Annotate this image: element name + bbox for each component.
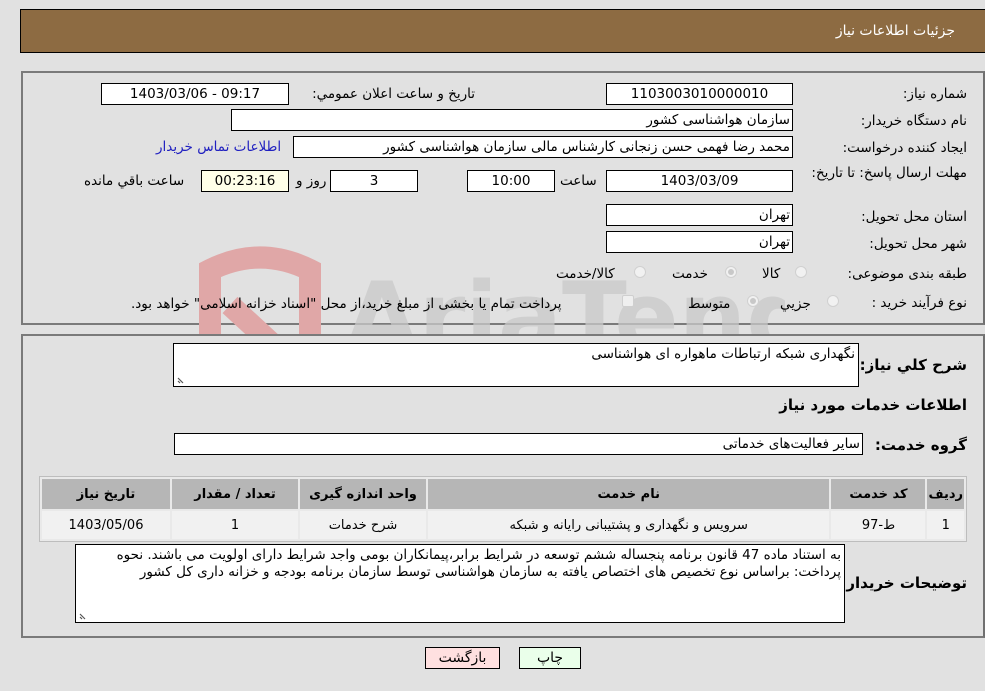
table-row: 1 ط-97 سرویس و نگهداری و پشتیبانی رایانه…: [42, 511, 964, 539]
col-need-date: تاریخ نیاز: [42, 479, 170, 509]
cell-quantity: 1: [172, 511, 298, 539]
purchase-type-radio-medium[interactable]: [747, 295, 759, 307]
deadline-label: مهلت ارسال پاسخ: تا تاریخ:: [811, 165, 967, 181]
page-title: جزئیات اطلاعات نیاز: [835, 23, 955, 39]
services-table: ردیف کد خدمت نام خدمت واحد اندازه گیری ت…: [39, 476, 967, 542]
col-service-code: کد خدمت: [831, 479, 926, 509]
deadline-date-field[interactable]: 1403/03/09: [606, 170, 793, 192]
purchase-type-option-minor: جزيي: [780, 296, 811, 312]
category-radio-service[interactable]: [725, 266, 737, 278]
announce-datetime-label: تاریخ و ساعت اعلان عمومي:: [312, 86, 475, 102]
resize-grip-icon[interactable]: [177, 375, 186, 384]
days-remaining-field[interactable]: 3: [330, 170, 418, 192]
service-group-field[interactable]: سایر فعالیت‌های خدماتی: [174, 433, 863, 455]
need-number-label: شماره نیاز:: [902, 86, 967, 102]
summary-label: شرح کلي نیاز:: [859, 356, 967, 374]
col-row-number: ردیف: [927, 479, 964, 509]
purchase-type-label: نوع فرآیند خرید :: [871, 295, 967, 311]
province-label: استان محل تحویل:: [861, 209, 967, 225]
deadline-time-field[interactable]: 10:00: [467, 170, 555, 192]
purchase-type-radio-minor[interactable]: [827, 295, 839, 307]
cell-service-code: ط-97: [831, 511, 926, 539]
time-remaining-field: 00:23:16: [201, 170, 289, 192]
cell-row-number: 1: [927, 511, 964, 539]
cell-unit: شرح خدمات: [300, 511, 426, 539]
requester-label: ایجاد کننده درخواست:: [842, 140, 967, 156]
category-label: طبقه بندی موضوعی:: [847, 266, 967, 282]
treasury-checkbox[interactable]: [622, 295, 634, 307]
purchase-type-option-medium: متوسط: [688, 296, 731, 312]
days-label: روز و: [296, 173, 327, 189]
summary-text: نگهداری شبکه ارتباطات ماهواره ای هواشناس…: [591, 346, 855, 362]
category-radio-goods[interactable]: [795, 266, 807, 278]
service-group-label: گروه خدمت:: [874, 436, 967, 454]
requester-field[interactable]: محمد رضا فهمی حسن زنجانی کارشناس مالی سا…: [293, 136, 793, 158]
category-radio-goods-service[interactable]: [634, 266, 646, 278]
buyer-notes-label: توضیحات خریدار:: [840, 574, 967, 592]
need-number-field[interactable]: 1103003010000010: [606, 83, 793, 105]
buyer-contact-link[interactable]: اطلاعات تماس خریدار: [156, 139, 281, 155]
deadline-time-label: ساعت: [560, 173, 597, 189]
buyer-notes-text: به استناد ماده 47 قانون برنامه پنجساله ش…: [116, 547, 841, 580]
category-option-service: خدمت: [672, 266, 708, 282]
col-quantity: تعداد / مقدار: [172, 479, 298, 509]
summary-textarea[interactable]: نگهداری شبکه ارتباطات ماهواره ای هواشناس…: [173, 343, 859, 387]
resize-grip-icon[interactable]: [79, 611, 88, 620]
time-remaining-label: ساعت باقي مانده: [84, 173, 185, 189]
announce-datetime-field[interactable]: 1403/03/06 - 09:17: [101, 83, 289, 105]
treasury-note: پرداخت تمام یا بخشی از مبلغ خرید،از محل …: [131, 296, 562, 312]
back-button[interactable]: بازگشت: [425, 647, 500, 669]
table-header-row: ردیف کد خدمت نام خدمت واحد اندازه گیری ت…: [42, 479, 964, 509]
buyer-org-label: نام دستگاه خریدار:: [860, 113, 967, 129]
cell-need-date: 1403/05/06: [42, 511, 170, 539]
province-field[interactable]: تهران: [606, 204, 793, 226]
buyer-notes-textarea[interactable]: به استناد ماده 47 قانون برنامه پنجساله ش…: [75, 544, 845, 623]
cell-service-name: سرویس و نگهداری و پشتیبانی رایانه و شبکه: [428, 511, 830, 539]
services-heading: اطلاعات خدمات مورد نیاز: [779, 396, 967, 414]
page-header: جزئیات اطلاعات نیاز: [20, 9, 985, 53]
col-unit: واحد اندازه گیری: [300, 479, 426, 509]
buyer-org-field[interactable]: سازمان هواشناسی کشور: [231, 109, 793, 131]
category-option-goods: کالا: [762, 266, 781, 282]
category-option-goods-service: کالا/خدمت: [556, 266, 615, 282]
city-field[interactable]: تهران: [606, 231, 793, 253]
print-button[interactable]: چاپ: [519, 647, 581, 669]
col-service-name: نام خدمت: [428, 479, 830, 509]
city-label: شهر محل تحویل:: [869, 236, 967, 252]
